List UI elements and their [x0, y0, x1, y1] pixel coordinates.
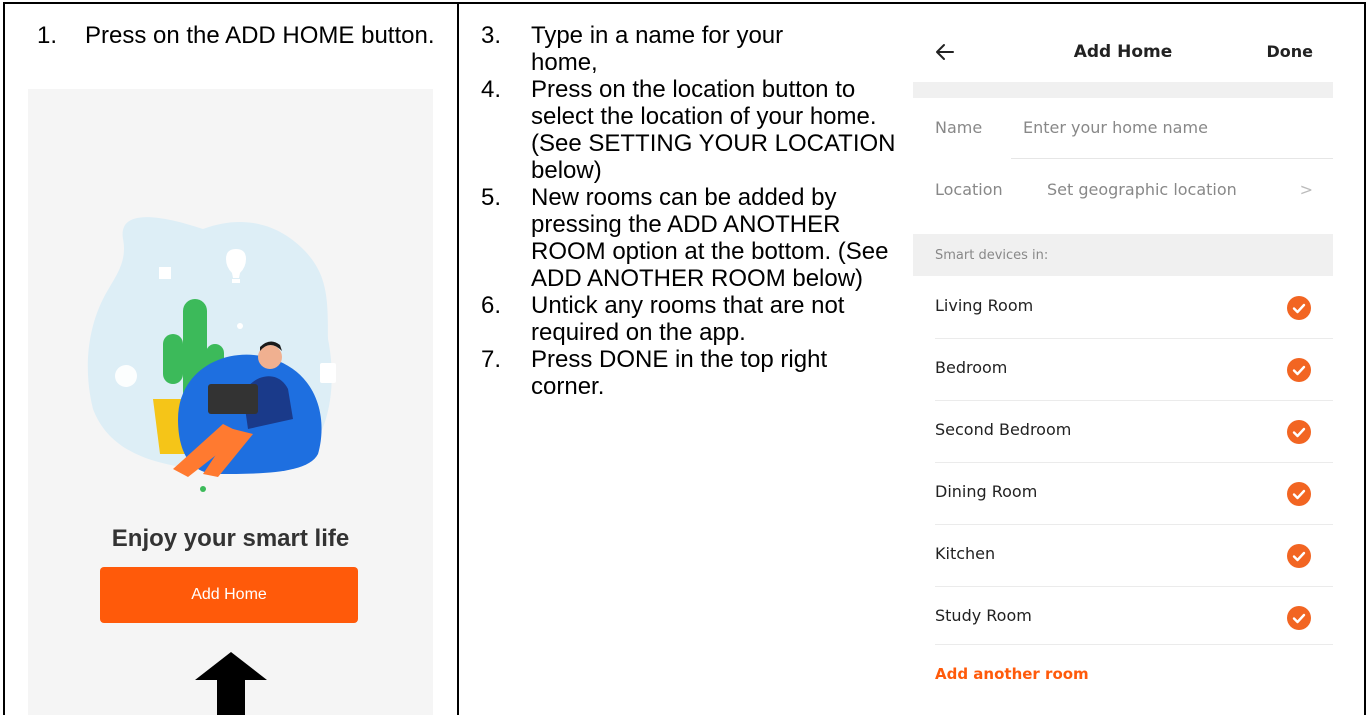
room-name: Kitchen [935, 544, 996, 563]
room-row[interactable]: Bedroom [913, 339, 1333, 401]
step-text: Press DONE in the top right corner. [531, 346, 828, 400]
step-text: Untick any rooms that are not required o… [531, 292, 845, 346]
step-number: 4. [481, 76, 502, 103]
name-label: Name [935, 118, 983, 137]
checkmark-icon[interactable] [1287, 358, 1311, 382]
step-number: 6. [481, 292, 502, 319]
room-row[interactable]: Second Bedroom [913, 401, 1333, 463]
column-divider [457, 2, 459, 715]
instruction-steps: 3. Type in a name for your home, 4. Pres… [481, 22, 901, 400]
name-input[interactable]: Enter your home name [1023, 118, 1208, 137]
step-number: 5. [481, 184, 502, 211]
phone-screenshot-welcome: Enjoy your smart life Add Home [28, 89, 433, 715]
section-label: Smart devices in: [935, 248, 1049, 263]
name-field[interactable]: Name Enter your home name [913, 98, 1333, 158]
arrow-up-icon [195, 652, 267, 715]
step-text: Press on the location button to select t… [531, 76, 896, 184]
speaker-icon [115, 365, 137, 387]
switch-icon [159, 267, 171, 279]
location-value[interactable]: Set geographic location [1047, 180, 1237, 199]
room-row[interactable]: Living Room [913, 277, 1333, 339]
room-name: Study Room [935, 606, 1032, 625]
location-field[interactable]: Location Set geographic location > [913, 160, 1333, 220]
phone-screenshot-add-home: Add Home Done Name Enter your home name … [913, 22, 1333, 715]
outlet-icon [320, 363, 336, 383]
add-another-room-link[interactable]: Add another room [935, 665, 1089, 683]
room-name: Bedroom [935, 358, 1008, 377]
checkmark-icon[interactable] [1287, 296, 1311, 320]
step-number: 7. [481, 346, 502, 373]
step-4: 4. Press on the location button to selec… [481, 76, 901, 184]
step-3: 3. Type in a name for your home, [481, 22, 831, 76]
chevron-right-icon: > [1299, 180, 1313, 199]
done-button[interactable]: Done [1266, 42, 1313, 61]
checkmark-icon[interactable] [1287, 606, 1311, 630]
room-row[interactable]: Dining Room [913, 463, 1333, 525]
divider [935, 644, 1333, 645]
top-bar: Add Home Done [913, 22, 1333, 82]
section-header: Smart devices in: [913, 234, 1333, 276]
section-gap [913, 82, 1333, 98]
step-text: New rooms can be added by pressing the A… [531, 184, 889, 292]
step-6: 6. Untick any rooms that are not require… [481, 292, 901, 346]
location-label: Location [935, 180, 1003, 199]
checkmark-icon[interactable] [1287, 544, 1311, 568]
dot-decoration [237, 323, 243, 329]
checkmark-icon[interactable] [1287, 420, 1311, 444]
step-text: Type in a name for your home, [531, 22, 784, 76]
room-name: Dining Room [935, 482, 1038, 501]
smart-home-illustration [87, 217, 336, 492]
dot-decoration [200, 486, 206, 492]
step-7: 7. Press DONE in the top right corner. [481, 346, 901, 400]
step-number: 1. [37, 22, 58, 49]
checkmark-icon[interactable] [1287, 482, 1311, 506]
room-name: Living Room [935, 296, 1034, 315]
divider [1011, 158, 1333, 159]
room-name: Second Bedroom [935, 420, 1072, 439]
step-5: 5. New rooms can be added by pressing th… [481, 184, 901, 292]
step-text: Press on the ADD HOME button. [85, 22, 435, 49]
step-number: 3. [481, 22, 502, 49]
tagline: Enjoy your smart life [111, 525, 350, 552]
room-row[interactable]: Kitchen [913, 525, 1333, 587]
add-home-button[interactable]: Add Home [100, 567, 358, 623]
room-row[interactable]: Study Room [913, 587, 1333, 649]
